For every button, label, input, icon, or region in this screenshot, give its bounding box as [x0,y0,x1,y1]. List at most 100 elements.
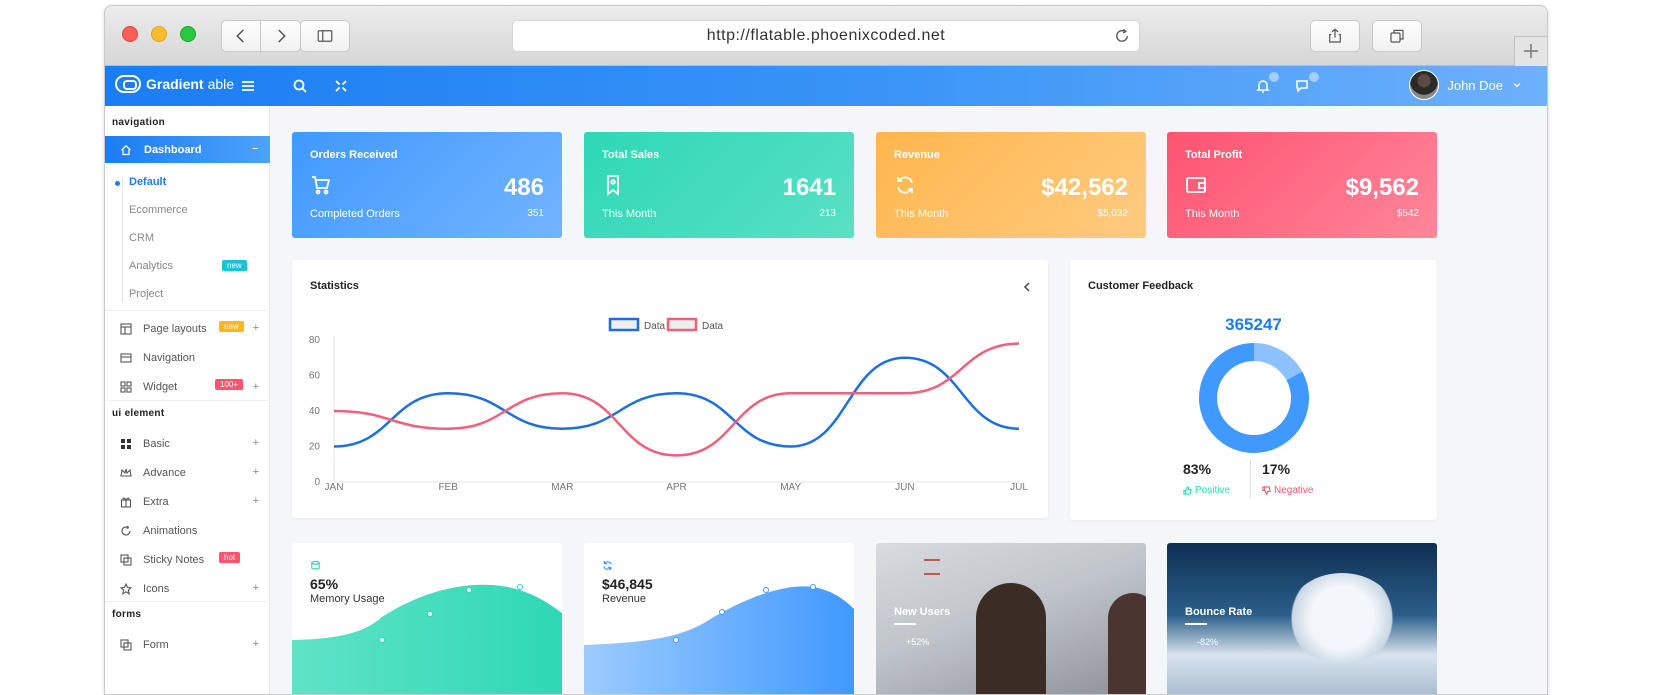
stat-value: 486 [503,174,544,201]
y-tick-label: 60 [309,371,321,382]
sidebar-item-advance[interactable]: Advance [119,464,186,482]
stat-value: 1641 [782,174,836,201]
title-underline [1185,623,1207,625]
stat-subvalue: 213 [819,208,836,219]
x-tick-label: JUN [895,482,914,493]
stat-subvalue: 351 [527,208,544,219]
sidebar-item-basic[interactable]: Basic [119,435,170,453]
sidebar-item-navigation[interactable]: Navigation [119,349,195,367]
sidebar-item-sticky-notes[interactable]: Sticky Notes [119,551,204,569]
card-title: Customer Feedback [1088,280,1194,292]
stat-subvalue: $542 [1396,208,1419,219]
sidebar-item-widget[interactable]: Widget [119,378,177,396]
fullscreen-button[interactable] [331,76,351,96]
expand-plus-icon[interactable]: + [253,582,259,594]
stat-subtitle: Completed Orders [310,208,400,220]
sidebar-subitem-crm[interactable]: CRM [129,232,154,244]
expand-plus-icon[interactable]: + [253,322,259,334]
feedback-donut-chart [1199,343,1309,453]
reload-icon[interactable] [1113,27,1131,45]
cloud-decor [1287,573,1397,663]
address-bar[interactable]: http://flatable.phoenixcoded.net [512,20,1140,52]
section-title-ui-element: ui element [112,408,165,419]
widget-count-badge: 100+ [215,379,244,390]
expand-plus-icon[interactable]: + [253,495,259,507]
rotate-icon [119,524,133,538]
tag-icon [602,174,624,196]
new-tab-button[interactable]: + [1514,36,1547,66]
sidebar-item-icons[interactable]: Icons [119,580,169,598]
new-users-stat: +52% [906,637,930,647]
widget-icon [119,380,133,394]
refresh-icon [894,174,916,196]
grid-icon [119,437,133,451]
section-title-forms: forms [112,609,142,620]
expand-plus-icon[interactable]: + [253,437,259,449]
app-logo[interactable]: Gradient able [115,75,234,93]
legend-swatch [666,317,698,332]
sticky-hot-badge: hot [219,552,241,563]
notifications-button[interactable] [1253,72,1279,96]
new-users-title: New Users [894,606,951,618]
url-text: http://flatable.phoenixcoded.net [706,27,946,44]
series-line-1 [333,342,1020,457]
sidebar-divider [105,601,270,602]
negative-label-group: Negative [1262,485,1313,496]
sidebar-item-form[interactable]: Form [119,636,169,654]
menu-toggle-button[interactable] [238,76,258,96]
tabs-overview-button[interactable] [1372,20,1422,52]
share-button[interactable] [1310,20,1360,52]
star-icon [119,582,133,596]
people-silhouette-decor [976,583,1046,694]
logo-mark-icon [115,75,141,93]
sidebar-item-dashboard[interactable]: Dashboard – [105,136,270,163]
crown-icon [119,466,133,480]
stat-card-profit: Total Profit $9,562 This Month $542 [1167,132,1437,238]
user-menu[interactable]: John Doe [1409,70,1523,100]
back-button[interactable] [221,20,261,52]
bounce-rate-photo-card: Bounce Rate -82% [1167,543,1437,694]
browser-window: http://flatable.phoenixcoded.net + Gradi… [104,5,1548,695]
memory-usage-card: 65% Memory Usage [292,543,562,694]
chevron-down-icon [1513,83,1521,88]
browser-toolbar: http://flatable.phoenixcoded.net + [105,6,1547,66]
expand-plus-icon[interactable]: + [253,381,259,393]
expand-plus-icon[interactable]: + [253,466,259,478]
sidebar-item-page-layouts[interactable]: Page layouts [119,320,207,338]
minimize-window-button[interactable] [151,26,167,42]
sidebar-subitem-analytics[interactable]: Analytics [129,260,173,272]
chat-icon [1296,80,1308,93]
history-nav [221,20,301,52]
sidebar-item-animations[interactable]: Animations [119,522,197,540]
brand-name-light: able [207,76,235,92]
stat-card-orders: Orders Received 486 Completed Orders 351 [292,132,562,238]
statistics-line-chart: 0 20 40 60 80 JAN FEB MAR APR MAY JUN JUL Data Data [309,317,1028,493]
maximize-window-button[interactable] [180,26,196,42]
hamburger-icon [242,81,254,91]
wallet-icon [1185,174,1207,196]
app-topbar: Gradient able John Doe [105,66,1547,106]
messages-button[interactable] [1293,72,1319,96]
sidebar-item-label: Dashboard [144,143,202,156]
x-tick-label: JAN [325,482,344,493]
message-badge [1309,72,1319,82]
y-tick-label: 20 [309,442,321,453]
layout-icon [119,322,133,336]
sidebar-item-extra[interactable]: Extra [119,493,169,511]
forward-button[interactable] [261,20,301,52]
fullscreen-icon [335,80,347,92]
stat-subtitle: This Month [602,208,657,220]
close-window-button[interactable] [122,26,138,42]
thumbs-down-icon [1262,486,1271,495]
notes-icon [119,553,133,567]
expand-plus-icon[interactable]: + [253,638,259,650]
legend-label: Data [702,321,724,332]
sidebar-subitem-default[interactable]: Default [129,176,166,188]
sidebar-subitem-ecommerce[interactable]: Ecommerce [129,204,188,216]
sidebar-toggle-button[interactable] [300,20,350,52]
search-button[interactable] [290,76,310,96]
stat-card-revenue: Revenue $42,562 This Month $5,032 [876,132,1146,238]
sidebar-subitem-project[interactable]: Project [129,288,163,300]
active-bullet-icon [115,181,120,186]
bell-icon [1256,80,1270,93]
